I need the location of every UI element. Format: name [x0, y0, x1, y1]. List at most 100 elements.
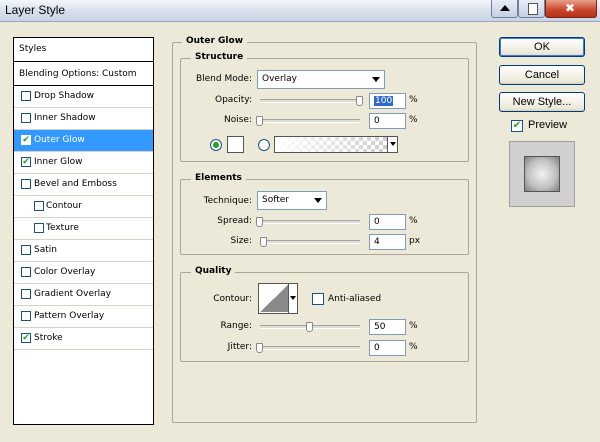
- blend-mode-value: Overlay: [262, 74, 297, 84]
- opacity-label: Opacity:: [215, 95, 252, 105]
- spread-field[interactable]: 0: [369, 214, 406, 230]
- contour-label: Contour:: [213, 294, 252, 304]
- style-checkbox[interactable]: [21, 179, 31, 189]
- style-item-gradient-overlay[interactable]: Gradient Overlay: [14, 284, 153, 306]
- size-unit: px: [409, 236, 421, 246]
- style-checkbox[interactable]: [34, 201, 44, 211]
- technique-select[interactable]: Softer: [257, 191, 327, 210]
- anti-aliased-checkbox[interactable]: [312, 293, 324, 305]
- style-item-stroke[interactable]: ✔ Stroke: [14, 328, 153, 350]
- maximize-button[interactable]: [518, 0, 545, 18]
- technique-label: Technique:: [203, 196, 252, 206]
- close-button[interactable]: [545, 0, 597, 18]
- style-item-label: Blending Options: Custom: [19, 69, 137, 79]
- quality-title: Quality: [191, 266, 236, 276]
- title-bar: Layer Style: [0, 0, 600, 22]
- noise-field[interactable]: 0: [369, 113, 406, 129]
- range-slider-handle[interactable]: [306, 322, 313, 332]
- chevron-down-icon: [372, 77, 380, 82]
- jitter-label: Jitter:: [227, 342, 252, 352]
- style-preview: [509, 141, 575, 207]
- contour-picker[interactable]: [258, 283, 298, 314]
- blend-mode-label: Blend Mode:: [195, 74, 252, 84]
- styles-header[interactable]: Styles: [14, 38, 153, 62]
- jitter-unit: %: [409, 342, 418, 352]
- ok-button[interactable]: OK: [499, 37, 585, 57]
- style-item-pattern-overlay[interactable]: Pattern Overlay: [14, 306, 153, 328]
- spread-slider-handle[interactable]: [256, 217, 263, 227]
- jitter-field[interactable]: 0: [369, 340, 406, 356]
- size-label: Size:: [230, 236, 252, 246]
- spread-unit: %: [409, 216, 418, 226]
- opacity-slider-handle[interactable]: [356, 96, 363, 106]
- blend-mode-select[interactable]: Overlay: [257, 70, 385, 89]
- style-item-label: Color Overlay: [34, 267, 96, 277]
- noise-label: Noise:: [224, 115, 252, 125]
- anti-aliased-label: Anti-aliased: [328, 294, 382, 304]
- jitter-slider-handle[interactable]: [256, 343, 263, 353]
- style-checkbox[interactable]: [21, 267, 31, 277]
- solid-color-radio[interactable]: [210, 139, 222, 151]
- style-item-outer-glow[interactable]: ✔ Outer Glow: [14, 130, 153, 152]
- elements-title: Elements: [191, 173, 246, 183]
- opacity-slider[interactable]: [260, 99, 360, 103]
- technique-value: Softer: [262, 195, 289, 205]
- noise-unit: %: [409, 115, 418, 125]
- style-item-drop-shadow[interactable]: Drop Shadow: [14, 86, 153, 108]
- style-item-bevel-and-emboss[interactable]: Bevel and Emboss: [14, 174, 153, 196]
- styles-list: Blending Options: Custom Drop Shadow Inner…: [14, 62, 153, 350]
- opacity-value: 100: [374, 96, 394, 106]
- preview-checkbox[interactable]: ✔: [511, 120, 523, 132]
- structure-title: Structure: [191, 52, 248, 62]
- preview-label: Preview: [528, 119, 568, 131]
- style-checkbox[interactable]: ✔: [21, 135, 31, 145]
- style-item-inner-shadow[interactable]: Inner Shadow: [14, 108, 153, 130]
- chevron-down-icon[interactable]: [288, 284, 297, 313]
- opacity-field[interactable]: 100: [369, 93, 406, 109]
- range-unit: %: [409, 321, 418, 331]
- style-checkbox[interactable]: [21, 289, 31, 299]
- cancel-button[interactable]: Cancel: [499, 65, 585, 85]
- minimize-button[interactable]: [491, 0, 518, 18]
- style-checkbox[interactable]: [34, 223, 44, 233]
- style-item-texture[interactable]: Texture: [14, 218, 153, 240]
- contour-curve-icon: [260, 285, 288, 312]
- size-slider[interactable]: [260, 240, 360, 244]
- gradient-picker[interactable]: [274, 136, 398, 153]
- style-checkbox[interactable]: [21, 245, 31, 255]
- outer-glow-title: Outer Glow: [182, 36, 248, 46]
- glow-color-swatch[interactable]: [227, 136, 244, 153]
- style-item-label: Gradient Overlay: [34, 289, 112, 299]
- chevron-down-icon[interactable]: [387, 137, 397, 152]
- chevron-down-icon: [314, 198, 322, 203]
- style-checkbox[interactable]: [21, 311, 31, 321]
- style-item-inner-glow[interactable]: ✔ Inner Glow: [14, 152, 153, 174]
- style-item-label: Bevel and Emboss: [34, 179, 117, 189]
- style-item-label: Drop Shadow: [34, 91, 95, 101]
- style-item-satin[interactable]: Satin: [14, 240, 153, 262]
- new-style-button[interactable]: New Style...: [499, 92, 585, 112]
- style-checkbox[interactable]: [21, 113, 31, 123]
- opacity-unit: %: [409, 95, 418, 105]
- noise-slider[interactable]: [260, 119, 360, 123]
- style-preview-swatch: [524, 156, 560, 192]
- style-checkbox[interactable]: [21, 91, 31, 101]
- style-item-label: Outer Glow: [34, 135, 85, 145]
- style-item-label: Texture: [46, 223, 79, 233]
- style-checkbox[interactable]: ✔: [21, 333, 31, 343]
- style-item-color-overlay[interactable]: Color Overlay: [14, 262, 153, 284]
- style-item-label: Satin: [34, 245, 57, 255]
- style-item-label: Inner Shadow: [34, 113, 96, 123]
- spread-slider[interactable]: [260, 220, 360, 224]
- range-field[interactable]: 50: [369, 319, 406, 335]
- size-field[interactable]: 4: [369, 234, 406, 250]
- gradient-preview: [275, 137, 387, 152]
- window-title: Layer Style: [5, 3, 66, 17]
- size-slider-handle[interactable]: [260, 237, 267, 247]
- style-checkbox[interactable]: ✔: [21, 157, 31, 167]
- gradient-radio[interactable]: [258, 139, 270, 151]
- style-item-blending-options-custom[interactable]: Blending Options: Custom: [14, 62, 153, 86]
- jitter-slider[interactable]: [260, 346, 360, 350]
- noise-slider-handle[interactable]: [256, 116, 263, 126]
- style-item-contour[interactable]: Contour: [14, 196, 153, 218]
